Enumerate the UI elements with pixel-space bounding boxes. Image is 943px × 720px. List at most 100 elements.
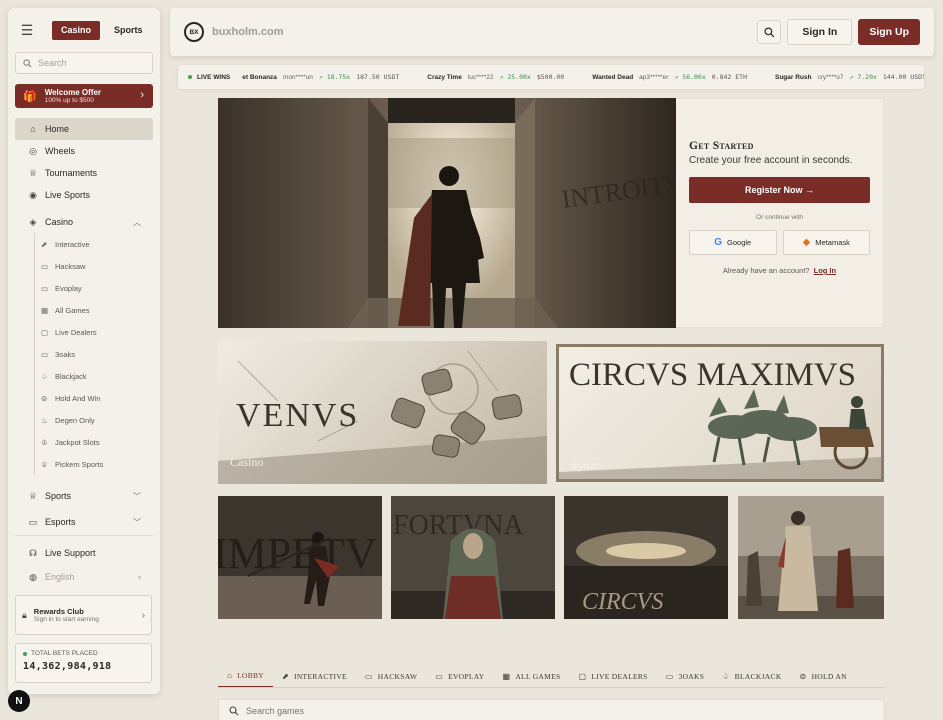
submenu-label: Interactive <box>55 239 90 249</box>
sidebar-item-wheels[interactable]: ◎ Wheels <box>15 140 153 162</box>
ticker-mult-value: 7.20x <box>857 73 877 81</box>
next-devtools-button[interactable]: N <box>8 690 30 712</box>
submenu-item-evoplay[interactable]: ▭ Evoplay <box>41 277 160 299</box>
submenu-item-interactive[interactable]: ⬈ Interactive <box>41 233 160 255</box>
sign-in-button[interactable]: Sign In <box>787 19 853 45</box>
game-tile[interactable]: IMPETV <box>218 496 382 619</box>
submenu-item-all-games[interactable]: ▦ All Games <box>41 299 160 321</box>
gamepad-icon: ▭ <box>41 349 49 359</box>
lock-icon: ▫ <box>138 572 141 582</box>
tab-live-dealers[interactable]: ▢ LIVE DEALERS <box>569 666 656 687</box>
welcome-offer-button[interactable]: 🎁 Welcome Offer 100% up to $500 › <box>15 84 153 108</box>
ticker-item[interactable]: Wanted Dead ap3*****er ↗ 56.00x 0.842 ETH <box>592 73 747 81</box>
live-dot <box>23 651 27 656</box>
tab-lobby[interactable]: ⌂ LOBBY <box>218 666 274 687</box>
wheel-icon: ◎ <box>29 145 37 156</box>
google-icon: G <box>714 237 723 248</box>
submenu-item-hold-and-win[interactable]: ⊜ Hold And Win <box>41 387 160 409</box>
ticker-multiplier: ↗ 7.20x <box>849 73 877 81</box>
ticker-mult-value: 18.75x <box>326 73 351 81</box>
total-bets-panel: TOTAL BETS PLACED 14,362,984,918 <box>15 643 152 683</box>
google-login-button[interactable]: G Google <box>689 230 777 255</box>
tile-image-procession <box>738 496 884 619</box>
chevron-right-icon: › <box>140 89 144 101</box>
tab-3oaks[interactable]: ▭ 3OAKS <box>657 666 714 687</box>
submenu-label: Hold And Win <box>55 393 101 403</box>
sidebar-item-sports[interactable]: ♕ Sports ﹀ <box>15 485 153 507</box>
header-search-button[interactable] <box>757 20 782 44</box>
tab-sports[interactable]: Sports <box>114 25 143 35</box>
sidebar-item-casino[interactable]: ◈ Casino ︿ <box>15 211 153 233</box>
grid-icon: ▦ <box>502 672 511 681</box>
submenu-item-blackjack[interactable]: ♤ Blackjack <box>41 365 160 387</box>
log-in-link[interactable]: Log In <box>814 266 837 275</box>
metamask-login-button[interactable]: ◆ Metamask <box>782 230 870 255</box>
venus-title: VENVS <box>236 397 359 434</box>
ticker-game: Wanted Dead <box>592 73 634 81</box>
site-logo[interactable]: BX <box>184 22 204 42</box>
get-started-subtitle: Create your free account in seconds. <box>689 155 853 166</box>
tab-label: ALL GAMES <box>515 672 561 681</box>
game-search-input[interactable]: Search games <box>218 699 885 720</box>
rewards-subtitle: Sign in to start earning <box>33 616 99 623</box>
submenu-item-pickem-sports[interactable]: ♕ Pickem Sports <box>41 453 160 475</box>
social-login-row: G Google ◆ Metamask <box>689 230 870 255</box>
home-icon: ⌂ <box>227 671 233 680</box>
sidebar-search-input[interactable]: Search <box>15 52 153 74</box>
sidebar-item-live-sports[interactable]: ◉ Live Sports <box>15 184 153 206</box>
register-now-button[interactable]: Register Now → <box>689 177 870 203</box>
ticker-user: ap3*****er <box>639 73 669 81</box>
grid-icon: ▦ <box>41 305 49 315</box>
submenu-item-live-dealers[interactable]: ▢ Live Dealers <box>41 321 160 343</box>
tab-interactive[interactable]: ⬈ INTERACTIVE <box>273 666 356 687</box>
sidebar-item-label: Sports <box>45 491 72 501</box>
sidebar-item-live-support[interactable]: ☊ Live Support <box>15 542 153 564</box>
sidebar-item-tournaments[interactable]: ♕ Tournaments <box>15 162 153 184</box>
game-tile[interactable]: FORTVNA <box>391 496 555 619</box>
game-tile[interactable]: CIRCVS <box>564 496 728 619</box>
tab-hold-and-win[interactable]: ⊜ HOLD AN <box>791 666 856 687</box>
sports-banner[interactable]: CIRCVS MAXIMVS Sports <box>556 344 884 482</box>
search-icon <box>23 58 32 67</box>
chevron-down-icon: ﹀ <box>133 518 141 527</box>
ticker-item[interactable]: Sugar Rush cry****o7 ↗ 7.20x 144.00 USDT <box>775 73 924 81</box>
sidebar-item-esports[interactable]: ▭ Esports ﹀ <box>15 517 153 529</box>
tab-hacksaw[interactable]: ▭ HACKSAW <box>356 666 426 687</box>
submenu-label: Jackpot Slots <box>55 437 100 447</box>
submenu-item-3oaks[interactable]: ▭ 3oaks <box>41 343 160 365</box>
tab-casino[interactable]: Casino <box>52 20 100 40</box>
register-label: Register Now <box>744 185 803 195</box>
language-selector[interactable]: ◍ English ▫ <box>15 566 153 588</box>
venus-art: VENVS Casino <box>218 350 547 484</box>
gift-icon: 🎁 <box>23 90 37 103</box>
tab-label: LIVE DEALERS <box>591 672 648 681</box>
sidebar-item-home[interactable]: ⌂ Home <box>15 118 153 140</box>
tab-all-games[interactable]: ▦ ALL GAMES <box>493 666 569 687</box>
ticker-multiplier: ↗ 18.75x <box>318 73 351 81</box>
site-domain[interactable]: buxholm.com <box>212 26 284 38</box>
menu-icon[interactable]: ☰ <box>16 19 38 41</box>
submenu-label: Evoplay <box>55 283 82 293</box>
banner-tag-casino: Casino <box>230 455 263 469</box>
game-tile[interactable] <box>738 496 884 619</box>
video-icon: ▢ <box>578 672 587 681</box>
live-icon: ◉ <box>29 189 37 200</box>
submenu-item-hacksaw[interactable]: ▭ Hacksaw <box>41 255 160 277</box>
game-category-tabs: ⌂ LOBBY ⬈ INTERACTIVE ▭ HACKSAW ▭ EVOPLAY ▦ A… <box>218 666 886 688</box>
submenu-item-jackpot-slots[interactable]: ♔ Jackpot Slots <box>41 431 160 453</box>
hero-banner[interactable]: INTROITVS <box>218 98 676 328</box>
ticker-item[interactable]: et Bonanza mon****un ↗ 18.75x 187.50 USDT <box>242 73 399 81</box>
rewards-title: Rewards Club <box>33 607 84 616</box>
ticker-game: Crazy Time <box>427 73 462 81</box>
trophy-icon: ♕ <box>41 459 48 469</box>
tab-evoplay[interactable]: ▭ EVOPLAY <box>426 666 493 687</box>
game-search-placeholder: Search games <box>246 706 305 716</box>
submenu-item-degen-only[interactable]: ♨ Degen Only <box>41 409 160 431</box>
casino-banner[interactable]: VENVS Casino <box>218 341 547 484</box>
sign-up-button[interactable]: Sign Up <box>858 19 920 45</box>
get-started-panel: Get Started Create your free account in … <box>676 98 884 328</box>
ticker-item[interactable]: Crazy Time luc****22 ↗ 25.00x $500.00 <box>427 73 564 81</box>
metamask-label: Metamask <box>815 238 850 247</box>
rewards-club-button[interactable]: 🔒︎ Rewards Club Sign in to start earning… <box>15 595 152 635</box>
tab-blackjack[interactable]: ♤ BLACKJACK <box>713 666 790 687</box>
